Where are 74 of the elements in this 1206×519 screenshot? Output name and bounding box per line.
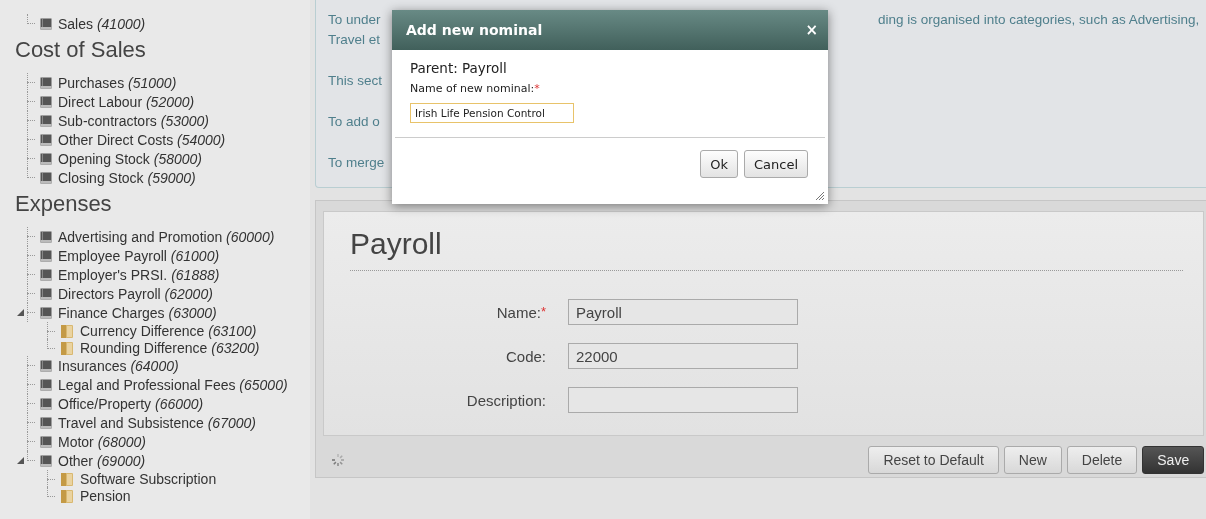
tree-item[interactable]: Other (69000) [0, 451, 310, 470]
ledger-icon [40, 152, 52, 165]
tree-item[interactable]: Opening Stock (58000) [0, 149, 310, 168]
tree-item[interactable]: Office/Property (66000) [0, 394, 310, 413]
tree-item[interactable]: Other Direct Costs (54000) [0, 130, 310, 149]
ok-button[interactable]: Ok [700, 150, 738, 178]
form-button[interactable]: New [1003, 446, 1062, 474]
tree-item[interactable]: Employer's PRSI. (61888) [0, 265, 310, 284]
folder-icon [60, 487, 74, 504]
ledger-icon [40, 397, 52, 410]
ledger-icon [40, 359, 52, 372]
ledger-icon [40, 435, 52, 448]
ledger-icon [40, 114, 52, 127]
tree-item[interactable]: Travel and Subsistence (67000) [0, 413, 310, 432]
tree-item[interactable]: Advertising and Promotion (60000) [0, 227, 310, 246]
ledger-icon [40, 171, 52, 184]
ledger-icon [40, 76, 52, 89]
field-label: Name:* [496, 303, 546, 321]
field-label: Description: [466, 391, 546, 409]
help-text: This sect [328, 72, 383, 90]
form-button[interactable]: Reset to Default [868, 446, 999, 474]
tree-item[interactable]: Sales (41000) [0, 14, 310, 33]
expand-toggle-icon[interactable] [17, 309, 24, 316]
nominal-name-field[interactable]: Irish Life Pension Control [410, 103, 574, 123]
field-label: Code: [505, 347, 546, 365]
help-text: To add o [328, 113, 381, 131]
text-field[interactable]: 22000 [568, 343, 798, 369]
tree-item[interactable]: Software Subscription [0, 470, 310, 487]
ledger-icon [40, 378, 52, 391]
ledger-icon [40, 249, 52, 262]
resize-grip-icon[interactable] [815, 191, 825, 201]
tree-item[interactable]: Insurances (64000) [0, 356, 310, 375]
tree-item[interactable]: Closing Stock (59000) [0, 168, 310, 187]
tree-item[interactable]: Pension [0, 487, 310, 504]
dialog-title: Add new nominal [406, 22, 543, 38]
tree-item[interactable]: Sub-contractors (53000) [0, 111, 310, 130]
ledger-icon [40, 268, 52, 281]
text-field[interactable] [568, 387, 798, 413]
folder-icon [60, 470, 74, 487]
tree-item[interactable]: Finance Charges (63000) [0, 303, 310, 322]
ledger-icon [40, 230, 52, 243]
tree-item[interactable]: Directors Payroll (62000) [0, 284, 310, 303]
section-heading: Cost of Sales [15, 37, 147, 63]
cancel-button[interactable]: Cancel [743, 150, 808, 178]
tree-item[interactable]: Purchases (51000) [0, 73, 310, 92]
tree-item[interactable]: Legal and Professional Fees (65000) [0, 375, 310, 394]
ledger-icon [40, 454, 52, 467]
help-text: ding is organised into categories, such as Advertising, [878, 11, 1200, 29]
tree-item[interactable]: Currency Difference (63100) [0, 322, 310, 339]
ledger-icon [40, 133, 52, 146]
folder-icon [60, 322, 74, 339]
expand-toggle-icon[interactable] [17, 457, 24, 464]
parent-label: Parent: Payroll [410, 60, 507, 76]
ledger-icon [40, 416, 52, 429]
help-text: To under [328, 11, 382, 29]
folder-icon [60, 339, 74, 356]
loading-spinner-icon [331, 453, 345, 467]
tree-item[interactable]: Motor (68000) [0, 432, 310, 451]
field-label: Name of new nominal:* [410, 82, 540, 95]
section-heading: Expenses [15, 191, 113, 217]
help-text: Travel et [328, 31, 382, 49]
form-button[interactable]: Save [1142, 446, 1205, 474]
tree-item[interactable]: Direct Labour (52000) [0, 92, 310, 111]
close-button[interactable]: × [805, 21, 818, 39]
text-field[interactable]: Payroll [568, 299, 798, 325]
form-title: Payroll [350, 226, 442, 262]
help-text: To merge [328, 154, 386, 172]
ledger-icon [40, 306, 52, 319]
ledger-icon [40, 17, 52, 30]
form-button[interactable]: Delete [1066, 446, 1138, 474]
tree-item[interactable]: Employee Payroll (61000) [0, 246, 310, 265]
ledger-icon [40, 95, 52, 108]
tree-item[interactable]: Rounding Difference (63200) [0, 339, 310, 356]
ledger-icon [40, 287, 52, 300]
